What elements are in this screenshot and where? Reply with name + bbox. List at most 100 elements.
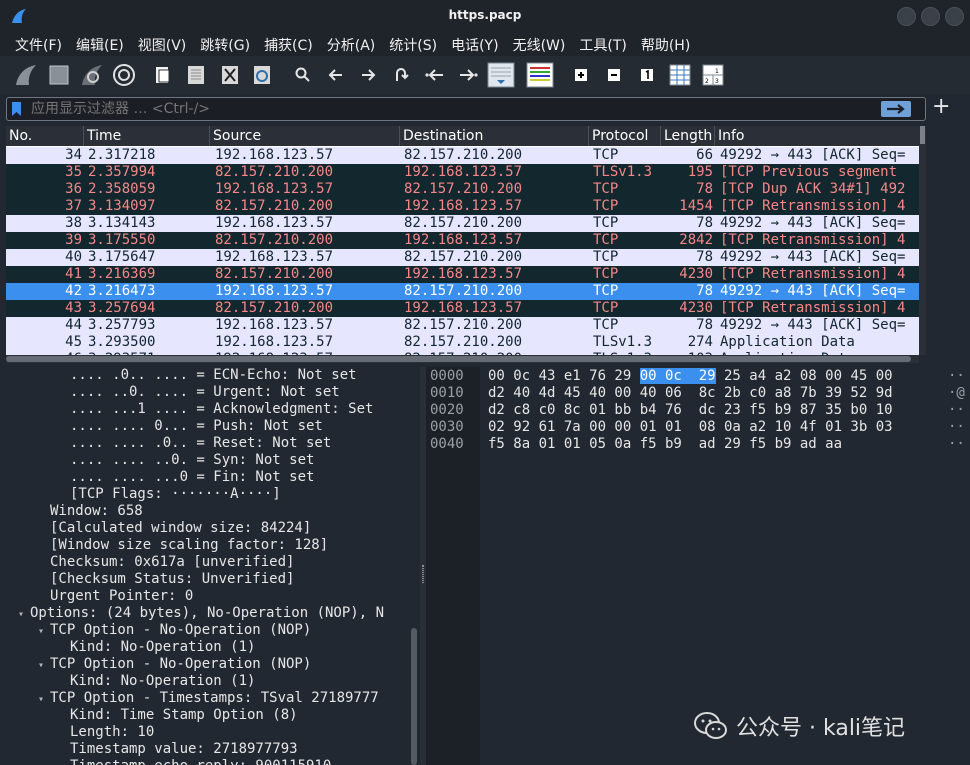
packet-list-vertical-scrollbar[interactable] <box>919 126 926 355</box>
hex-bytes-line[interactable]: d2 c8 c0 8c 01 bb b4 76 dc 23 f5 b9 87 3… <box>488 402 893 419</box>
detail-field[interactable]: Timestamp value: 2718977793 <box>58 741 298 758</box>
add-filter-button[interactable]: + <box>932 96 950 120</box>
detail-field[interactable]: Kind: Time Stamp Option (8) <box>58 707 298 724</box>
menu-item[interactable]: 跳转(G) <box>193 32 257 56</box>
menu-item[interactable]: 编辑(E) <box>69 32 131 56</box>
expand-arrow-icon[interactable]: ▾ <box>18 606 30 623</box>
detail-field[interactable]: [TCP Flags: ·······A····] <box>58 486 281 503</box>
detail-tree-node[interactable]: ▾ TCP Option - Timestamps: TSval 27189777 <box>38 690 379 707</box>
maximize-button[interactable] <box>921 7 940 26</box>
menu-item[interactable]: 无线(W) <box>506 32 573 56</box>
detail-field[interactable]: .... .... .0.. = Reset: Not set <box>58 435 331 452</box>
column-header-length[interactable]: Length <box>661 126 715 146</box>
minimize-button[interactable] <box>897 7 916 26</box>
save-file-icon[interactable] <box>184 62 208 88</box>
menu-item[interactable]: 分析(A) <box>320 32 383 56</box>
open-file-icon[interactable] <box>152 62 174 88</box>
hex-bytes-line[interactable]: 00 0c 43 e1 76 29 00 0c 29 25 a4 a2 08 0… <box>488 368 893 385</box>
hex-bytes-line[interactable]: d2 40 4d 45 40 00 40 06 8c 2b c0 a8 7b 3… <box>488 385 893 402</box>
packet-row[interactable]: 45 3.293500 192.168.123.57 82.157.210.200 TL… <box>6 334 919 351</box>
menu-item[interactable]: 捕获(C) <box>257 32 320 56</box>
colorize-icon[interactable] <box>525 62 555 88</box>
packet-row[interactable]: 43 3.257694 82.157.210.200 192.168.123.57 TC… <box>6 300 919 317</box>
stop-capture-icon[interactable] <box>46 62 72 88</box>
packet-row[interactable]: 37 3.134097 82.157.210.200 192.168.123.57 TC… <box>6 198 919 215</box>
packet-details-scrollbar[interactable] <box>411 628 417 765</box>
start-capture-icon[interactable] <box>12 62 40 88</box>
column-header-info[interactable]: Info <box>715 126 919 146</box>
capture-options-icon[interactable] <box>110 62 138 88</box>
detail-field[interactable]: [Checksum Status: Unverified] <box>38 571 294 588</box>
detail-field[interactable]: Checksum: 0x617a [unverified] <box>38 554 294 571</box>
bookmark-icon[interactable] <box>11 101 22 117</box>
detail-tree-node[interactable]: ▾ TCP Option - No-Operation (NOP) <box>38 656 311 673</box>
display-filter-input[interactable] <box>31 101 831 117</box>
packet-row[interactable]: 36 2.358059 192.168.123.57 82.157.210.200 TC… <box>6 181 919 198</box>
reload-file-icon[interactable] <box>250 62 274 88</box>
go-forward-icon[interactable] <box>357 62 379 88</box>
packet-row[interactable]: 42 3.216473 192.168.123.57 82.157.210.200 TC… <box>6 283 919 300</box>
packet-row[interactable]: 38 3.134143 192.168.123.57 82.157.210.200 TC… <box>6 215 919 232</box>
restart-capture-icon[interactable] <box>78 62 106 88</box>
go-last-packet-icon[interactable] <box>456 62 480 88</box>
menu-item[interactable]: 视图(V) <box>131 32 194 56</box>
close-file-icon[interactable] <box>218 62 242 88</box>
menu-item[interactable]: 工具(T) <box>572 32 633 56</box>
resize-columns-icon[interactable] <box>668 62 692 88</box>
menu-item[interactable]: 文件(F) <box>8 32 69 56</box>
go-to-packet-icon[interactable] <box>390 62 412 88</box>
find-packet-icon[interactable] <box>292 62 314 88</box>
go-first-packet-icon[interactable] <box>423 62 447 88</box>
splitter-grip-icon[interactable] <box>422 565 424 583</box>
close-button[interactable] <box>945 7 964 26</box>
detail-field[interactable]: Kind: No-Operation (1) <box>58 673 255 690</box>
svg-text:2: 2 <box>705 78 709 85</box>
packet-row[interactable]: 35 2.357994 82.157.210.200 192.168.123.57 TL… <box>6 164 919 181</box>
packet-no: 42 <box>65 283 82 299</box>
detail-field[interactable]: .... .... 0... = Push: Not set <box>58 418 323 435</box>
detail-field[interactable]: .... ..0. .... = Urgent: Not set <box>58 384 340 401</box>
detail-field[interactable]: Length: 10 <box>58 724 154 741</box>
apply-filter-button[interactable] <box>881 101 911 117</box>
go-back-icon[interactable] <box>325 62 347 88</box>
packet-source: 192.168.123.57 <box>215 181 334 197</box>
detail-tree-node[interactable]: ▾ Options: (24 bytes), No-Operation (NOP)… <box>18 605 384 622</box>
packet-row[interactable]: 34 2.317218 192.168.123.57 82.157.210.200 TC… <box>6 147 919 164</box>
detail-field[interactable]: .... .... ..0. = Syn: Not set <box>58 452 314 469</box>
packet-row[interactable]: 41 3.216369 82.157.210.200 192.168.123.57 TC… <box>6 266 919 283</box>
autoscroll-icon[interactable] <box>486 62 516 88</box>
menu-item[interactable]: 统计(S) <box>382 32 444 56</box>
packet-row[interactable]: 40 3.175647 192.168.123.57 82.157.210.200 TC… <box>6 249 919 266</box>
column-header-source[interactable]: Source <box>210 126 400 146</box>
packet-row[interactable]: 44 3.257793 192.168.123.57 82.157.210.200 TC… <box>6 317 919 334</box>
zoom-in-icon[interactable] <box>572 62 590 88</box>
detail-field[interactable]: [Window size scaling factor: 128] <box>38 537 328 554</box>
zoom-out-icon[interactable] <box>605 62 623 88</box>
expand-arrow-icon[interactable]: ▾ <box>38 691 50 708</box>
menu-item[interactable]: 帮助(H) <box>634 32 697 56</box>
detail-field[interactable]: Kind: No-Operation (1) <box>58 639 255 656</box>
packet-list-horizontal-scrollbar[interactable] <box>6 355 919 363</box>
packet-source: 82.157.210.200 <box>215 232 334 248</box>
column-header-protocol[interactable]: Protocol <box>589 126 661 146</box>
detail-field[interactable]: .... .0.. .... = ECN-Echo: Not set <box>58 367 357 384</box>
column-header-no[interactable]: No. <box>6 126 84 146</box>
column-header-time[interactable]: Time <box>84 126 210 146</box>
normal-size-icon[interactable] <box>638 62 656 88</box>
detail-field[interactable]: .... ...1 .... = Acknowledgment: Set <box>58 401 373 418</box>
hex-bytes-line[interactable]: f5 8a 01 01 05 0a f5 b9 ad 29 f5 b9 ad a… <box>488 436 842 453</box>
hex-bytes-line[interactable]: 02 92 61 7a 00 00 01 01 08 0a a2 10 4f 0… <box>488 419 893 436</box>
menu-item[interactable]: 电话(Y) <box>444 32 505 56</box>
detail-field[interactable]: .... .... ...0 = Fin: Not set <box>58 469 314 486</box>
expand-arrow-icon[interactable]: ▾ <box>38 623 50 640</box>
packet-protocol: TLSv1.3 <box>593 164 653 180</box>
column-header-destination[interactable]: Destination <box>400 126 589 146</box>
detail-field[interactable]: Window: 658 <box>38 503 143 520</box>
detail-tree-node[interactable]: ▾ TCP Option - No-Operation (NOP) <box>38 622 311 639</box>
detail-field[interactable]: Timestamp echo reply: 900115910 <box>58 758 331 765</box>
packet-row[interactable]: 39 3.175550 82.157.210.200 192.168.123.57 TC… <box>6 232 919 249</box>
detail-field[interactable]: Urgent Pointer: 0 <box>38 588 193 605</box>
detail-field[interactable]: [Calculated window size: 84224] <box>38 520 311 537</box>
expand-subtrees-icon[interactable]: 123 <box>701 62 725 88</box>
expand-arrow-icon[interactable]: ▾ <box>38 657 50 674</box>
